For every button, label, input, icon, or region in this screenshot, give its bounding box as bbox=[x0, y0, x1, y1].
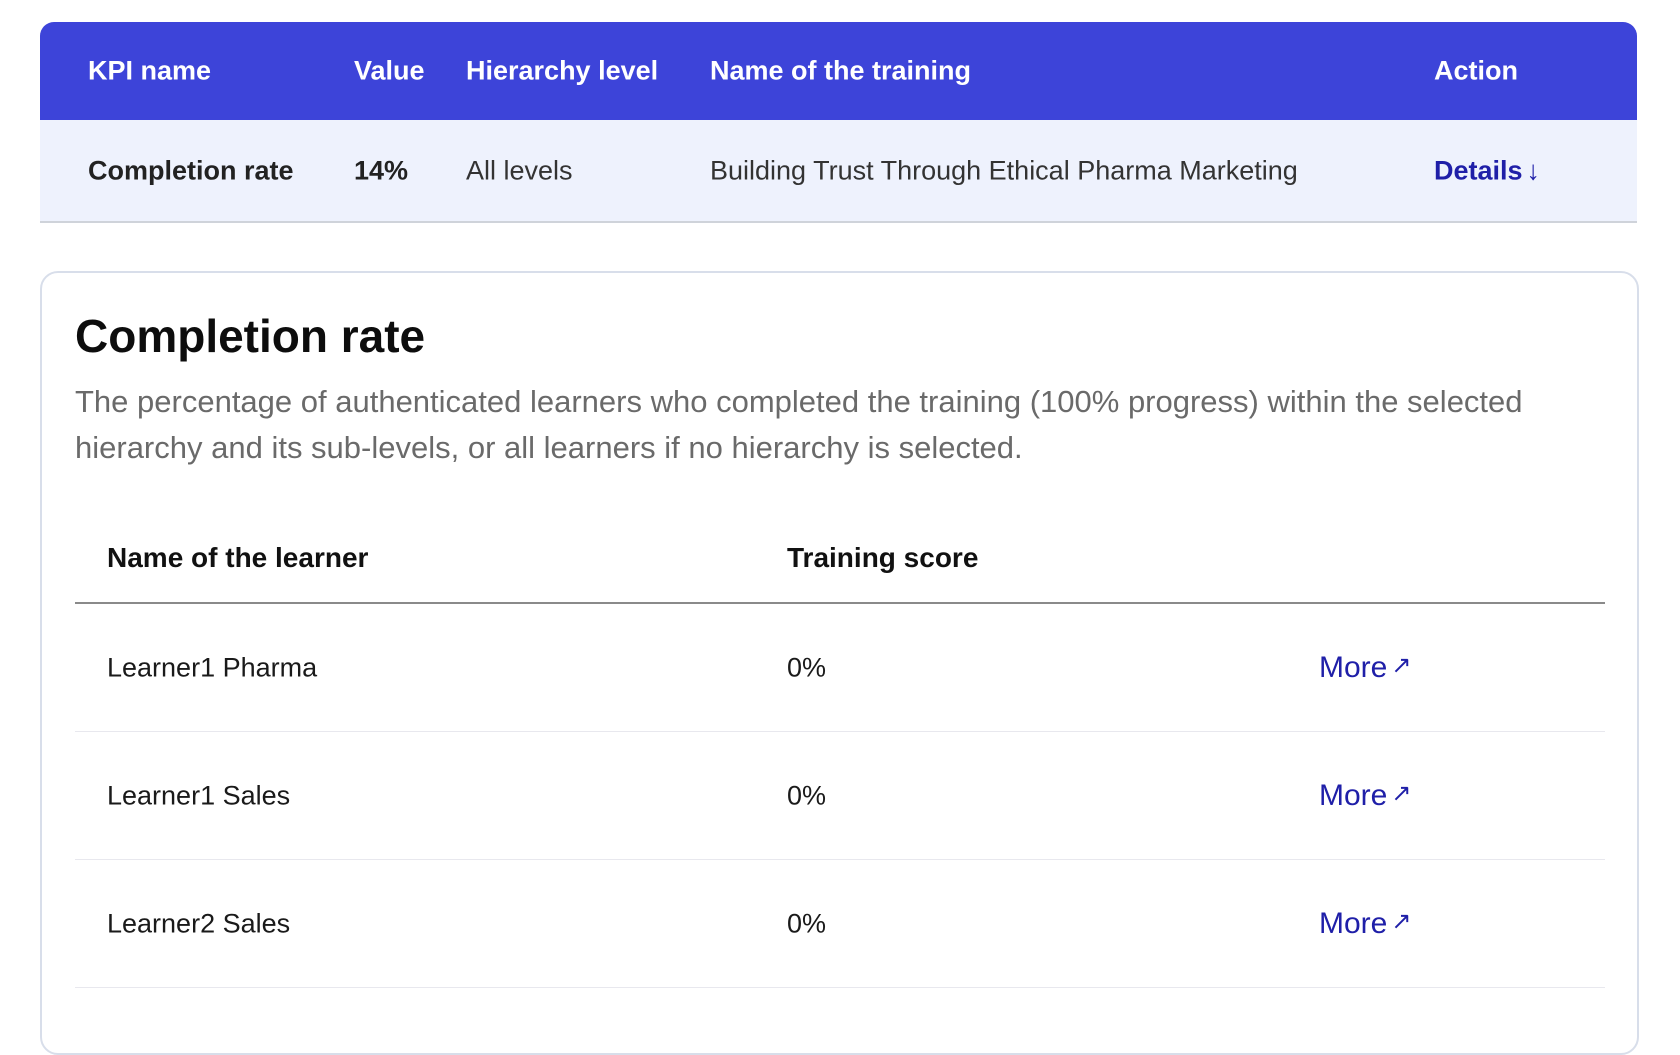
external-arrow-icon: ↗ bbox=[1391, 779, 1412, 807]
details-link-label: Details bbox=[1434, 155, 1523, 185]
learner-table: Name of the learner Training score Learn… bbox=[75, 513, 1605, 988]
table-row: Learner1 Pharma 0% More ↗ bbox=[75, 604, 1605, 732]
header-action: Action bbox=[1434, 55, 1518, 86]
more-link-label: More bbox=[1319, 778, 1388, 812]
table-row: Learner1 Sales 0% More ↗ bbox=[75, 732, 1605, 860]
external-arrow-icon: ↗ bbox=[1391, 651, 1412, 679]
training-score: 0% bbox=[787, 652, 827, 682]
more-link[interactable]: More ↗ bbox=[1319, 779, 1411, 813]
table-row: Learner2 Sales 0% More ↗ bbox=[75, 860, 1605, 988]
header-training-name: Name of the training bbox=[710, 55, 972, 86]
learner-table-header: Name of the learner Training score bbox=[75, 513, 1605, 604]
arrow-down-icon: ↓ bbox=[1526, 155, 1541, 185]
more-link-label: More bbox=[1319, 650, 1388, 684]
completion-rate-card: Completion rate The percentage of authen… bbox=[40, 271, 1639, 1055]
header-training-score: Training score bbox=[787, 541, 979, 573]
header-kpi-name: KPI name bbox=[88, 55, 212, 86]
card-description: The percentage of authenticated learners… bbox=[75, 384, 1523, 465]
kpi-table: KPI name Value Hierarchy level Name of t… bbox=[40, 22, 1637, 223]
training-score: 0% bbox=[787, 780, 827, 810]
header-hierarchy-level: Hierarchy level bbox=[466, 55, 659, 86]
hierarchy-level-cell: All levels bbox=[466, 155, 573, 185]
learner-name: Learner1 Pharma bbox=[107, 652, 318, 682]
training-score: 0% bbox=[787, 908, 827, 938]
training-name-cell: Building Trust Through Ethical Pharma Ma… bbox=[710, 155, 1298, 185]
kpi-table-row: Completion rate 14% All levels Building … bbox=[40, 120, 1637, 223]
header-value: Value bbox=[354, 55, 425, 86]
more-link-label: More bbox=[1319, 906, 1388, 940]
card-title: Completion rate bbox=[75, 310, 426, 362]
kpi-value-cell: 14% bbox=[354, 155, 409, 185]
learner-name: Learner2 Sales bbox=[107, 908, 291, 938]
kpi-name-cell: Completion rate bbox=[88, 155, 294, 185]
kpi-table-header: KPI name Value Hierarchy level Name of t… bbox=[40, 22, 1637, 120]
more-link[interactable]: More ↗ bbox=[1319, 907, 1411, 941]
more-link[interactable]: More ↗ bbox=[1319, 651, 1411, 685]
learner-name: Learner1 Sales bbox=[107, 780, 291, 810]
header-learner-name: Name of the learner bbox=[107, 541, 369, 573]
external-arrow-icon: ↗ bbox=[1391, 907, 1412, 935]
details-link[interactable]: Details ↓ bbox=[1434, 155, 1540, 186]
